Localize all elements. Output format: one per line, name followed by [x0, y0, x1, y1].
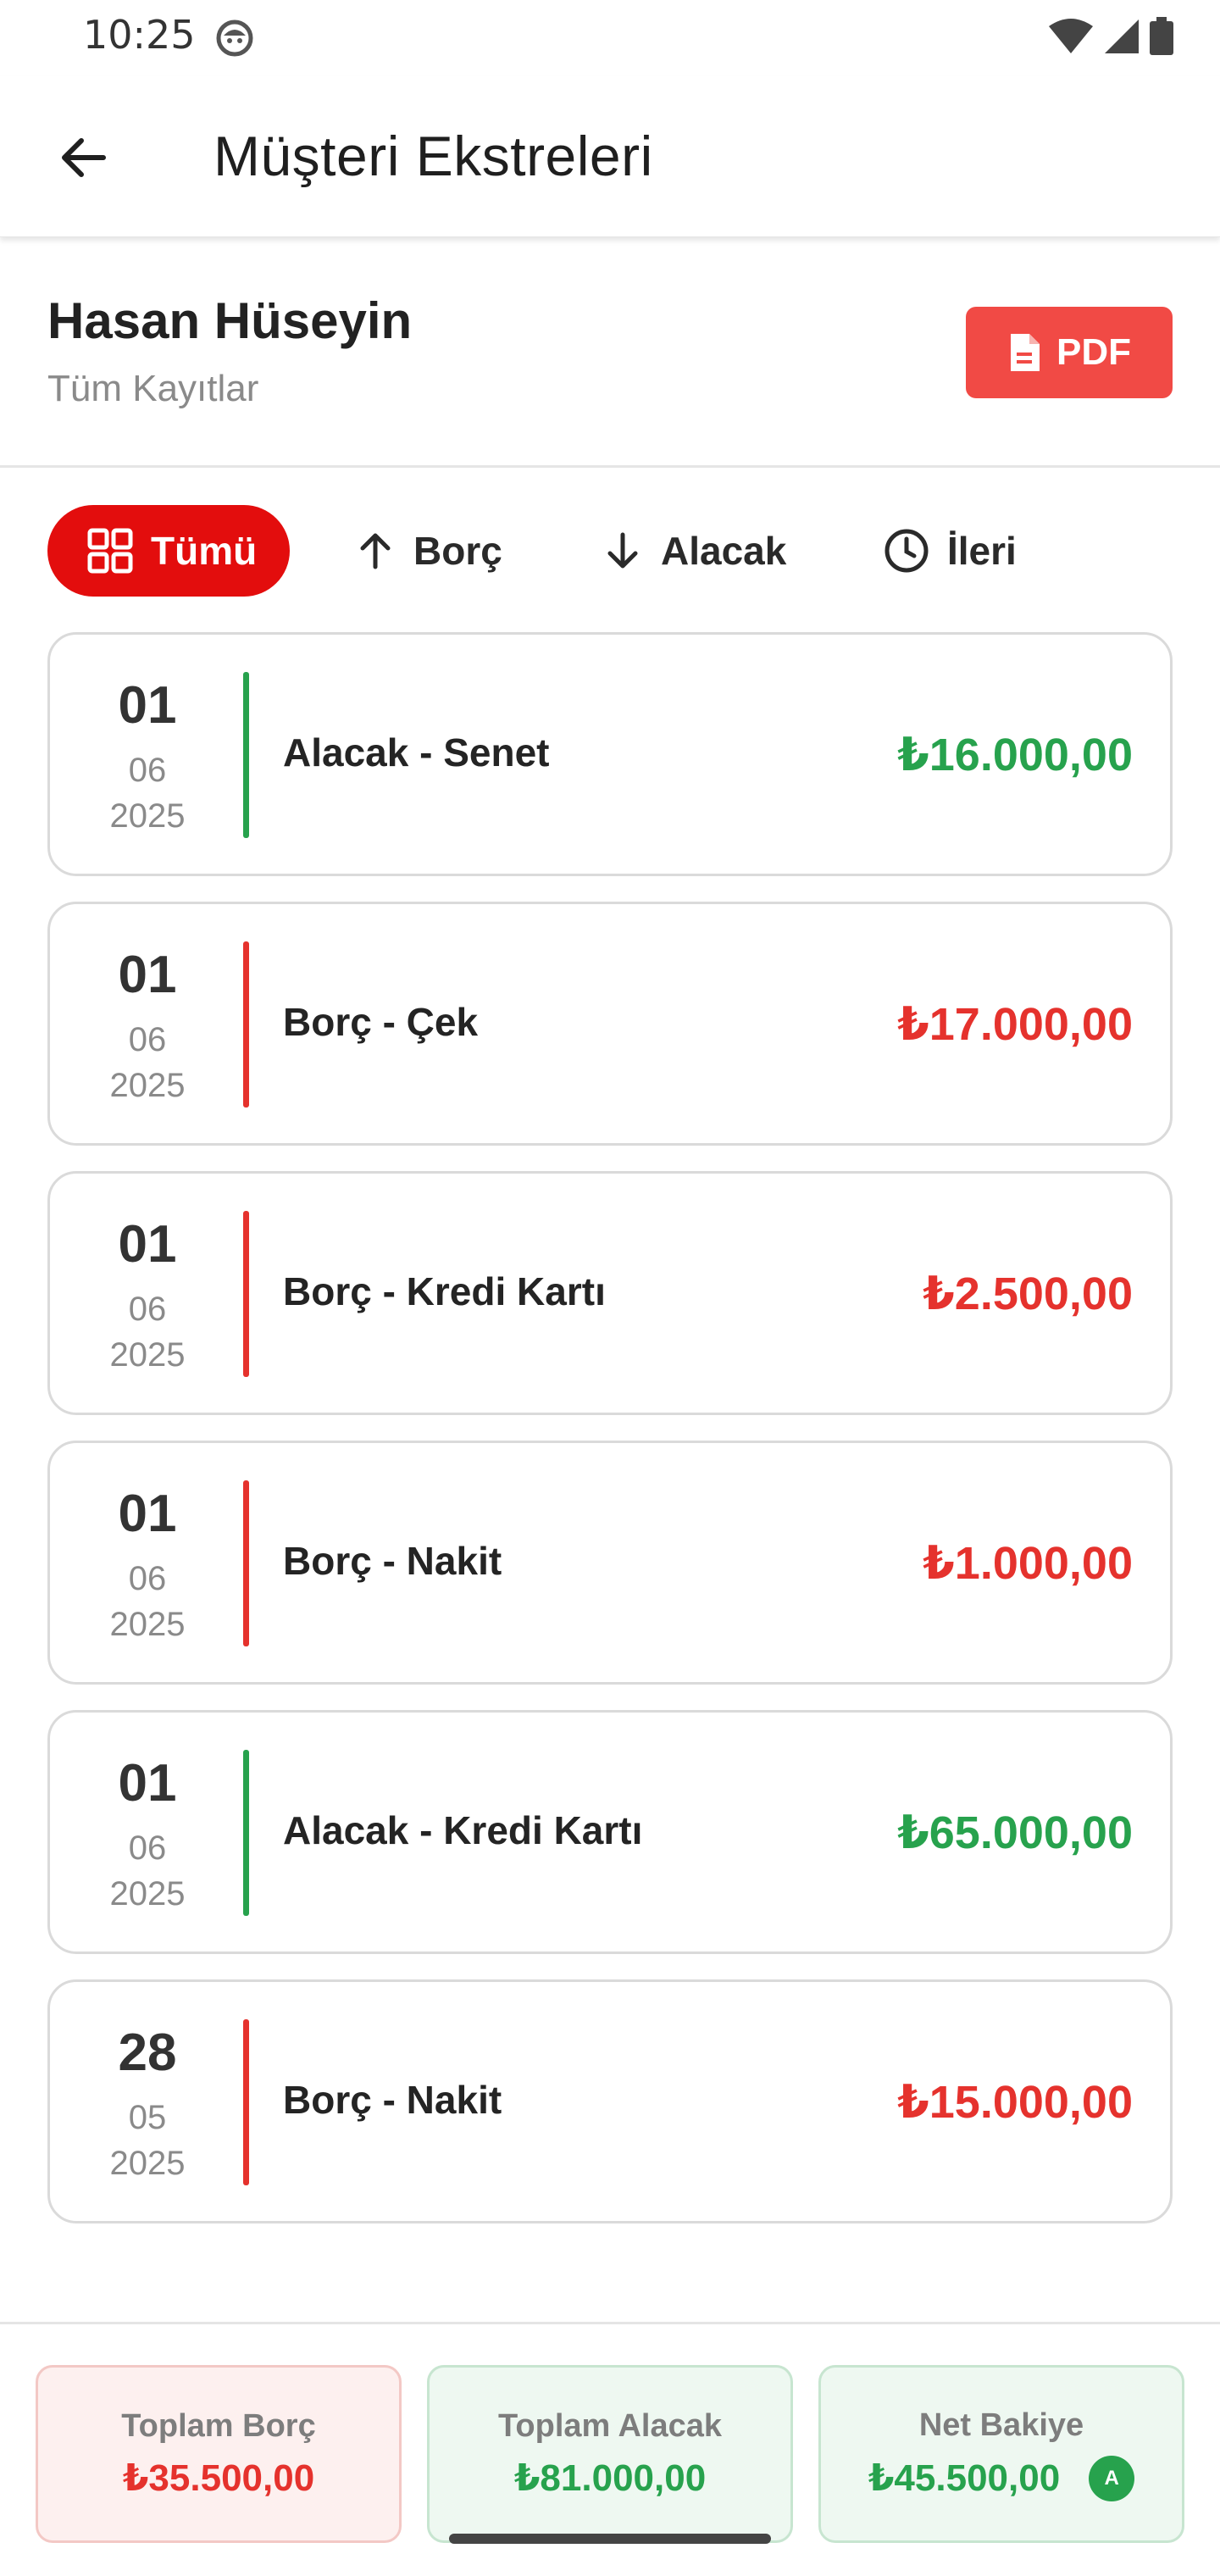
transaction-year: 2025	[109, 1606, 186, 1643]
transaction-day: 28	[118, 2024, 177, 2082]
transaction-description: Alacak - Kredi Kartı	[283, 1808, 643, 1852]
customer-subtitle: Tüm Kayıtlar	[47, 368, 259, 409]
wifi-icon	[1047, 18, 1095, 59]
battery-icon	[1149, 17, 1174, 60]
tab-credit[interactable]: Alacak	[602, 505, 786, 597]
transaction-description: Borç - Nakit	[283, 2078, 502, 2122]
transaction-day: 01	[118, 1485, 177, 1543]
transaction-type-bar	[243, 672, 249, 838]
pdf-document-icon	[1011, 334, 1040, 371]
transaction-amount: ₺65.000,00	[897, 1807, 1133, 1858]
transaction-description: Borç - Çek	[283, 1000, 479, 1044]
transaction-amount: ₺16.000,00	[897, 730, 1133, 780]
total-credit-card: Toplam Alacak ₺81.000,00	[427, 2365, 793, 2543]
back-button[interactable]	[42, 117, 124, 198]
transaction-year: 2025	[109, 1336, 186, 1374]
net-balance-row: ₺45.500,00 A	[868, 2455, 1135, 2501]
transaction-year: 2025	[109, 1875, 186, 1913]
arrow-up-icon	[360, 533, 391, 569]
transaction-day: 01	[118, 1215, 177, 1274]
app-bar: Müşteri Ekstreleri	[0, 76, 1220, 237]
tab-all-label: Tümü	[151, 529, 258, 573]
transaction-amount: ₺15.000,00	[897, 2077, 1133, 2128]
tab-debt[interactable]: Borç	[354, 505, 502, 597]
transaction-type-bar	[243, 1480, 249, 1646]
total-debt-value: ₺35.500,00	[122, 2457, 315, 2499]
transaction-description: Alacak - Senet	[283, 730, 550, 774]
status-icons	[1047, 17, 1174, 60]
clock-icon	[884, 529, 929, 573]
tab-forward-label: İleri	[947, 529, 1017, 573]
tab-credit-label: Alacak	[661, 529, 787, 573]
net-balance-label: Net Bakiye	[918, 2407, 1084, 2443]
pdf-button-label: PDF	[1056, 331, 1131, 373]
net-balance-badge: A	[1089, 2455, 1135, 2501]
transaction-description: Borç - Nakit	[283, 1539, 502, 1583]
tab-forward[interactable]: İleri	[883, 505, 1017, 597]
transaction-month: 06	[128, 1021, 167, 1058]
transaction-card[interactable]: 01 06 2025 Alacak - Senet ₺16.000,00	[47, 632, 1173, 876]
transaction-card[interactable]: 01 06 2025 Alacak - Kredi Kartı ₺65.000,…	[47, 1710, 1173, 1954]
cellular-icon	[1103, 18, 1140, 59]
customer-header: Hasan Hüseyin Tüm Kayıtlar PDF	[0, 239, 1220, 468]
transaction-card[interactable]: 01 06 2025 Borç - Nakit ₺1.000,00	[47, 1441, 1173, 1685]
net-balance-card: Net Bakiye ₺45.500,00 A	[818, 2365, 1184, 2543]
home-indicator[interactable]	[449, 2534, 771, 2544]
transaction-type-bar	[243, 2019, 249, 2185]
filter-tabs: Tümü Borç Alacak İleri	[0, 505, 1220, 597]
customer-name: Hasan Hüseyin	[47, 292, 413, 349]
total-debt-label: Toplam Borç	[121, 2408, 316, 2444]
transaction-type-bar	[243, 1211, 249, 1377]
status-bar: 10:25	[0, 0, 1220, 76]
arrow-down-icon	[607, 532, 638, 569]
transaction-year: 2025	[109, 797, 186, 835]
total-debt-card: Toplam Borç ₺35.500,00	[36, 2365, 402, 2543]
transaction-card[interactable]: 28 05 2025 Borç - Nakit ₺15.000,00	[47, 1979, 1173, 2223]
notification-icon	[215, 19, 254, 58]
pdf-button[interactable]: PDF	[966, 307, 1173, 398]
tab-all[interactable]: Tümü	[47, 505, 290, 597]
grid-icon	[87, 528, 133, 574]
transaction-amount: ₺17.000,00	[897, 999, 1133, 1050]
transaction-card[interactable]: 01 06 2025 Borç - Çek ₺17.000,00	[47, 902, 1173, 1146]
transaction-month: 06	[128, 1829, 167, 1867]
status-time: 10:25	[83, 12, 196, 58]
transaction-month: 05	[128, 2099, 167, 2136]
transaction-day: 01	[118, 676, 177, 735]
transaction-type-bar	[243, 1750, 249, 1916]
transaction-month: 06	[128, 1291, 167, 1328]
screen: 10:25 Müşteri Ekstreleri Hasan Hüseyin T…	[0, 0, 1220, 2576]
transaction-month: 06	[128, 752, 167, 789]
total-credit-value: ₺81.000,00	[513, 2457, 707, 2499]
transaction-day: 01	[118, 946, 177, 1004]
transaction-description: Borç - Kredi Kartı	[283, 1269, 606, 1313]
total-credit-label: Toplam Alacak	[498, 2408, 722, 2444]
transaction-year: 2025	[109, 2145, 186, 2182]
transaction-month: 06	[128, 1560, 167, 1597]
page-title: Müşteri Ekstreleri	[214, 125, 653, 187]
back-arrow-icon	[62, 138, 106, 177]
tab-debt-label: Borç	[413, 529, 502, 573]
transaction-year: 2025	[109, 1067, 186, 1104]
transaction-amount: ₺1.000,00	[923, 1538, 1133, 1589]
transaction-day: 01	[118, 1754, 177, 1813]
net-balance-value: ₺45.500,00	[868, 2457, 1061, 2499]
transaction-amount: ₺2.500,00	[923, 1269, 1133, 1319]
transaction-card[interactable]: 01 06 2025 Borç - Kredi Kartı ₺2.500,00	[47, 1171, 1173, 1415]
transaction-type-bar	[243, 941, 249, 1108]
